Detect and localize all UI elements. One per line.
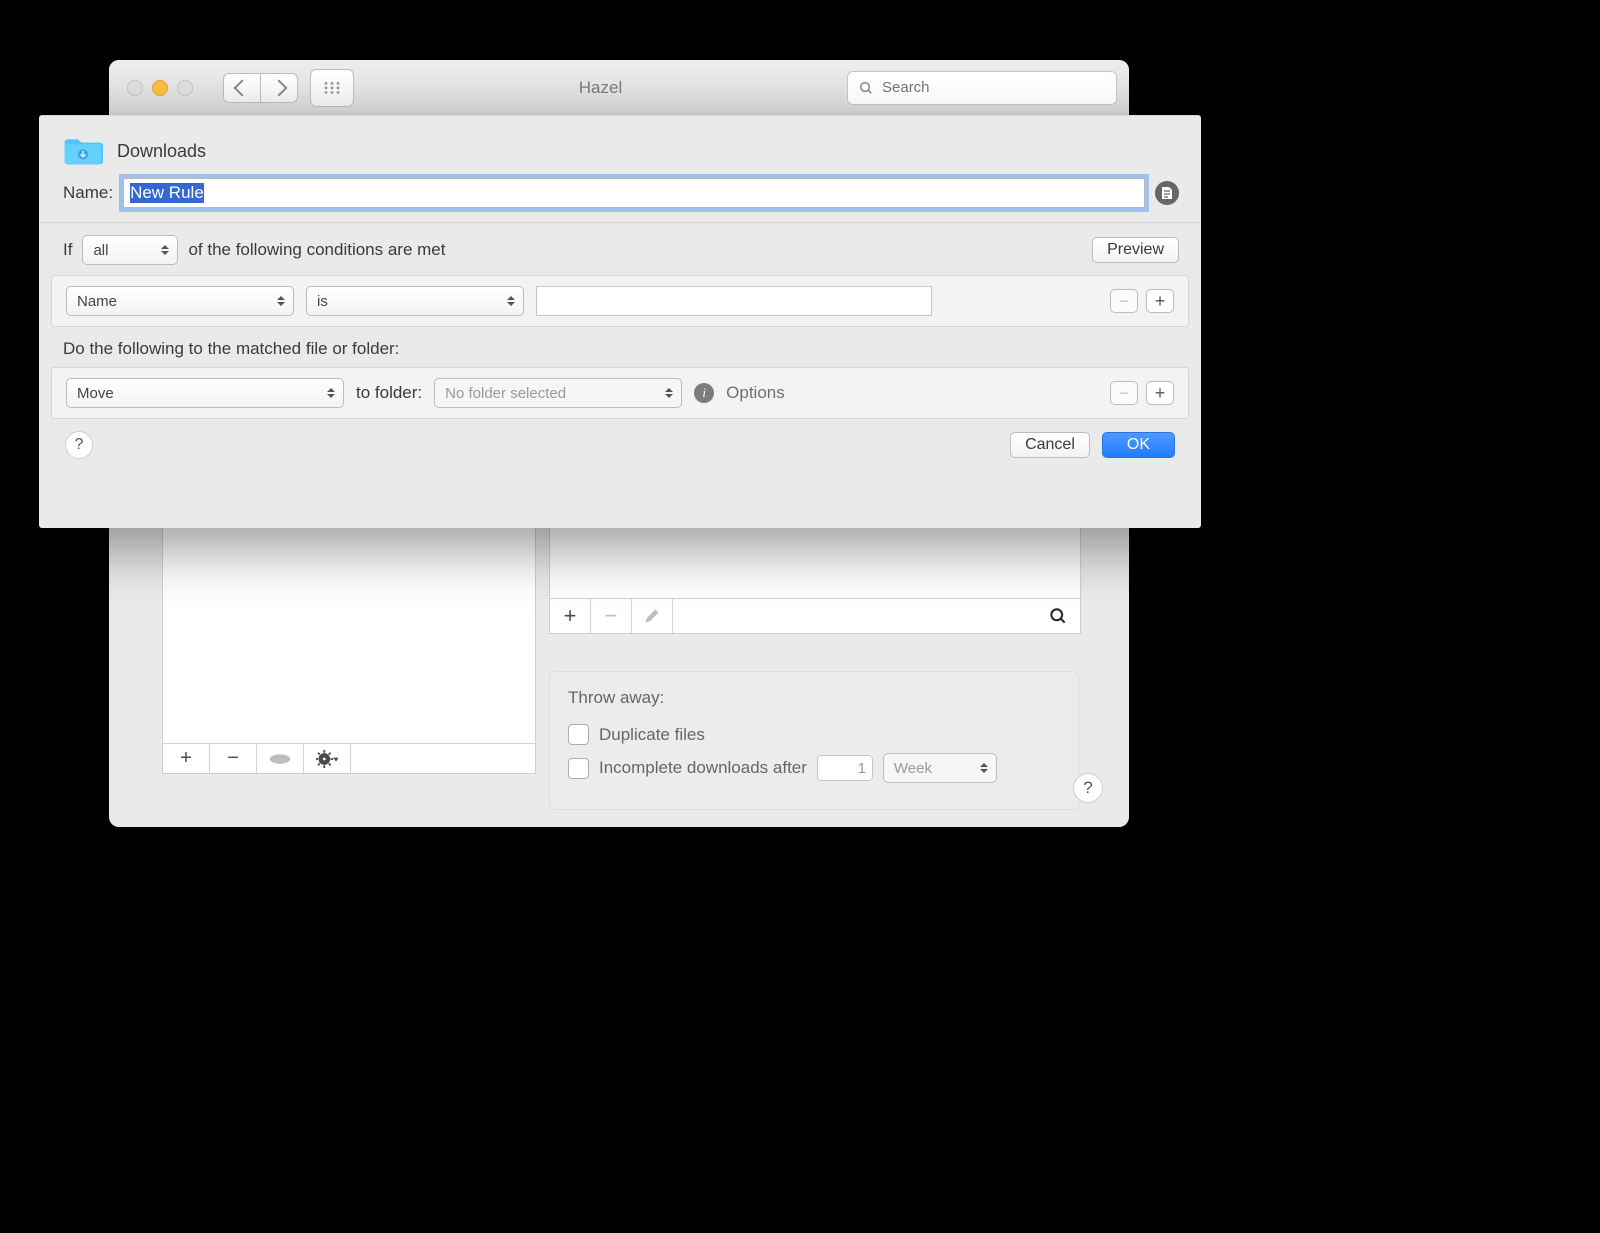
cancel-button[interactable]: Cancel — [1010, 432, 1090, 458]
toolbar-grid-button[interactable] — [310, 69, 354, 107]
search-icon — [858, 80, 874, 96]
window-help-button[interactable]: ? — [1073, 773, 1103, 803]
folder-options-button[interactable] — [304, 744, 351, 773]
window-title: Hazel — [579, 78, 622, 98]
gear-icon — [316, 750, 338, 768]
search-field[interactable] — [847, 71, 1117, 105]
edit-rule-button[interactable] — [632, 599, 673, 633]
condition-operator-popup[interactable]: is — [306, 286, 524, 316]
minimize-window-icon[interactable] — [152, 80, 168, 96]
preview-folder-button[interactable] — [257, 744, 304, 773]
throw-away-panel: Throw away: Duplicate files Incomplete d… — [549, 671, 1079, 810]
duplicate-files-checkbox[interactable]: Duplicate files — [568, 724, 1060, 745]
checkbox-icon — [568, 758, 589, 779]
downloads-folder-icon — [63, 136, 103, 166]
zoom-window-icon[interactable] — [177, 80, 193, 96]
eye-icon — [269, 752, 291, 766]
action-to-label: to folder: — [356, 383, 422, 403]
if-scope-popup[interactable]: all — [82, 235, 178, 265]
incomplete-downloads-checkbox[interactable]: Incomplete downloads after Week — [568, 753, 1060, 783]
condition-attribute-value: Name — [77, 293, 117, 310]
action-folder-value: No folder selected — [445, 385, 566, 402]
incomplete-unit-value: Week — [894, 760, 932, 777]
rule-editor-sheet: Downloads Name: If all of the following … — [39, 115, 1201, 528]
remove-condition-button[interactable]: − — [1110, 289, 1138, 313]
condition-operator-value: is — [317, 293, 328, 310]
remove-action-button[interactable]: − — [1110, 381, 1138, 405]
info-icon[interactable]: i — [694, 383, 714, 403]
actions-label: Do the following to the matched file or … — [39, 327, 1201, 367]
condition-value-input[interactable] — [536, 286, 932, 316]
add-rule-button[interactable]: + — [550, 599, 591, 633]
duplicate-files-label: Duplicate files — [599, 725, 705, 745]
rule-name-input[interactable] — [123, 178, 1145, 208]
action-verb-popup[interactable]: Move — [66, 378, 344, 408]
add-folder-button[interactable]: + — [163, 744, 210, 773]
rule-folder-name: Downloads — [117, 141, 206, 162]
folders-list[interactable]: + − — [162, 527, 536, 774]
add-action-button[interactable]: + — [1146, 381, 1174, 405]
remove-folder-button[interactable]: − — [210, 744, 257, 773]
chevron-updown-icon — [505, 292, 517, 310]
search-input[interactable] — [882, 74, 1106, 102]
search-icon — [1048, 606, 1068, 626]
close-window-icon[interactable] — [127, 80, 143, 96]
incomplete-downloads-label: Incomplete downloads after — [599, 758, 807, 778]
rules-footer: + − — [550, 598, 1080, 633]
preview-button[interactable]: Preview — [1092, 237, 1179, 263]
titlebar: Hazel — [109, 60, 1129, 116]
remove-rule-button[interactable]: − — [591, 599, 632, 633]
note-icon — [1161, 186, 1173, 200]
chevron-updown-icon — [978, 759, 990, 777]
nav-back-button[interactable] — [224, 74, 260, 102]
chevron-updown-icon — [663, 384, 675, 402]
actions-well: Move to folder: No folder selected i Opt… — [51, 367, 1189, 419]
add-condition-button[interactable]: + — [1146, 289, 1174, 313]
nav-back-forward[interactable] — [223, 73, 298, 103]
action-row: Move to folder: No folder selected i Opt… — [52, 368, 1188, 418]
chevron-left-icon — [234, 79, 251, 96]
throw-away-heading: Throw away: — [568, 688, 1060, 708]
folders-footer: + − — [163, 743, 535, 773]
rule-notes-button[interactable] — [1155, 181, 1179, 205]
action-options-label[interactable]: Options — [726, 383, 785, 403]
if-suffix: of the following conditions are met — [188, 240, 445, 260]
traffic-lights — [121, 80, 193, 96]
rules-search-button[interactable] — [673, 599, 1080, 633]
condition-row: Name is − + — [52, 276, 1188, 326]
action-verb-value: Move — [77, 385, 114, 402]
incomplete-unit-popup[interactable]: Week — [883, 753, 997, 783]
chevron-updown-icon — [159, 241, 171, 259]
checkbox-icon — [568, 724, 589, 745]
action-folder-popup[interactable]: No folder selected — [434, 378, 682, 408]
rule-name-label: Name: — [63, 183, 113, 203]
pencil-icon — [644, 608, 660, 624]
condition-attribute-popup[interactable]: Name — [66, 286, 294, 316]
if-prefix: If — [63, 240, 72, 260]
chevron-down-icon — [334, 758, 338, 761]
incomplete-duration-input[interactable] — [817, 755, 873, 781]
ok-button[interactable]: OK — [1102, 432, 1175, 458]
conditions-well: Name is − + — [51, 275, 1189, 327]
nav-forward-button[interactable] — [260, 74, 297, 102]
sheet-help-button[interactable]: ? — [65, 431, 93, 459]
chevron-updown-icon — [275, 292, 287, 310]
chevron-right-icon — [271, 79, 288, 96]
grid-icon — [323, 81, 341, 95]
if-scope-value: all — [93, 242, 108, 259]
chevron-updown-icon — [325, 384, 337, 402]
